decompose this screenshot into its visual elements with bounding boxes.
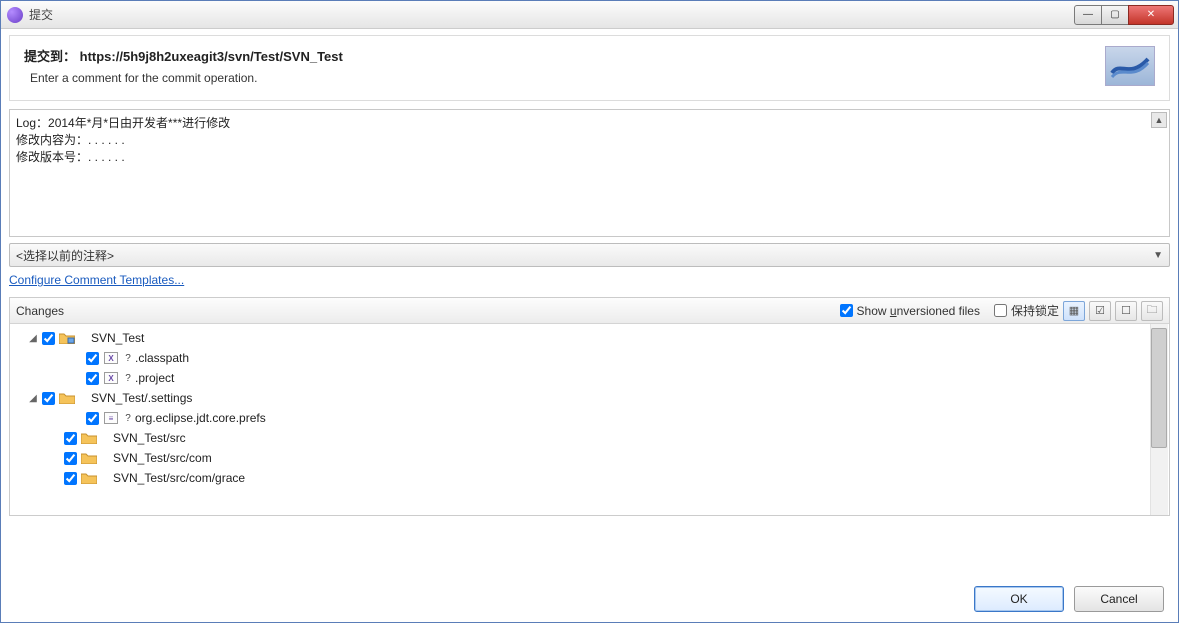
tree-checkbox[interactable] (86, 412, 99, 425)
window-title: 提交 (29, 6, 53, 23)
show-unversioned-checkbox[interactable]: Show unversioned files (836, 301, 980, 320)
tree-checkbox[interactable] (86, 352, 99, 365)
dialog-subtitle: Enter a comment for the commit operation… (30, 71, 1105, 85)
dialog-header: 提交到： https://5h9j8h2uxeagit3/svn/Test/SV… (9, 35, 1170, 101)
deselect-all-button[interactable]: ☐ (1115, 301, 1137, 321)
status-mark: ? (123, 373, 133, 384)
flat-view-button[interactable]: 🗀 (1141, 301, 1163, 321)
file-icon: ≡ (103, 411, 119, 425)
folder-icon (59, 391, 75, 405)
commit-message-input[interactable]: Log：2014年*月*日由开发者***进行修改 修改内容为：. . . . .… (9, 109, 1170, 237)
titlebar[interactable]: 提交 — ▢ ✕ (1, 1, 1178, 29)
changes-title: Changes (16, 304, 64, 318)
expander-icon[interactable]: ◢ (26, 393, 40, 404)
tree-row[interactable]: X?.classpath (12, 348, 1167, 368)
tree-row[interactable]: SVN_Test/src (12, 428, 1167, 448)
cancel-button[interactable]: Cancel (1074, 586, 1164, 612)
tree-label: .project (135, 371, 174, 385)
chevron-down-icon: ▼ (1153, 250, 1163, 261)
tree-checkbox[interactable] (42, 392, 55, 405)
dialog-body: 提交到： https://5h9j8h2uxeagit3/svn/Test/SV… (1, 29, 1178, 622)
changes-header: Changes Show unversioned files 保持锁定 ▦ ☑ … (10, 298, 1169, 324)
tree-label: .classpath (135, 351, 189, 365)
show-unversioned-input[interactable] (840, 304, 853, 317)
tree-label: SVN_Test/src/com (113, 451, 212, 465)
tree-checkbox[interactable] (42, 332, 55, 345)
commit-dialog-window: 提交 — ▢ ✕ 提交到： https://5h9j8h2uxeagit3/sv… (0, 0, 1179, 623)
keep-locks-checkbox[interactable]: 保持锁定 (990, 301, 1059, 320)
tree-label: SVN_Test/src/com/grace (113, 471, 245, 485)
file-x-icon: X (103, 371, 119, 385)
scroll-up-icon[interactable]: ▲ (1151, 112, 1167, 128)
folder-icon (81, 431, 97, 445)
keep-locks-input[interactable] (994, 304, 1007, 317)
tree-label: SVN_Test/.settings (91, 391, 192, 405)
ok-button[interactable]: OK (974, 586, 1064, 612)
changes-tree[interactable]: ◢SVN_TestX?.classpathX?.project◢SVN_Test… (10, 324, 1169, 515)
tree-checkbox[interactable] (86, 372, 99, 385)
window-controls: — ▢ ✕ (1075, 5, 1174, 25)
minimize-button[interactable]: — (1074, 5, 1102, 25)
status-mark: ? (123, 413, 133, 424)
select-all-button[interactable]: ☑ (1089, 301, 1111, 321)
tree-row[interactable]: ◢ SVN_Test (12, 328, 1167, 348)
tree-checkbox[interactable] (64, 452, 77, 465)
tree-row[interactable]: SVN_Test/src/com (12, 448, 1167, 468)
svn-logo (1105, 46, 1155, 86)
tree-checkbox[interactable] (64, 432, 77, 445)
folder-icon (81, 471, 97, 485)
combo-placeholder: <选择以前的注释> (16, 247, 114, 264)
eclipse-icon (7, 7, 23, 23)
tree-checkbox[interactable] (64, 472, 77, 485)
tree-label: SVN_Test (91, 331, 144, 345)
close-button[interactable]: ✕ (1128, 5, 1174, 25)
tree-row[interactable]: SVN_Test/src/com/grace (12, 468, 1167, 488)
button-bar: OK Cancel (9, 576, 1170, 612)
file-x-icon: X (103, 351, 119, 365)
changes-panel: Changes Show unversioned files 保持锁定 ▦ ☑ … (9, 297, 1170, 516)
tree-row[interactable]: ◢ SVN_Test/.settings (12, 388, 1167, 408)
folder-share-icon (59, 331, 75, 345)
tree-label: org.eclipse.jdt.core.prefs (135, 411, 266, 425)
folder-icon (81, 451, 97, 465)
dialog-title: 提交到： https://5h9j8h2uxeagit3/svn/Test/SV… (24, 46, 1105, 65)
tree-row[interactable]: X?.project (12, 368, 1167, 388)
tree-label: SVN_Test/src (113, 431, 186, 445)
scrollbar-thumb[interactable] (1151, 328, 1167, 448)
previous-comments-combo[interactable]: <选择以前的注释> ▼ (9, 243, 1170, 267)
configure-templates-link[interactable]: Configure Comment Templates... (9, 273, 1170, 287)
status-mark: ? (123, 353, 133, 364)
tree-row[interactable]: ≡?org.eclipse.jdt.core.prefs (12, 408, 1167, 428)
tree-view-button[interactable]: ▦ (1063, 301, 1085, 321)
expander-icon[interactable]: ◢ (26, 333, 40, 344)
maximize-button[interactable]: ▢ (1101, 5, 1129, 25)
